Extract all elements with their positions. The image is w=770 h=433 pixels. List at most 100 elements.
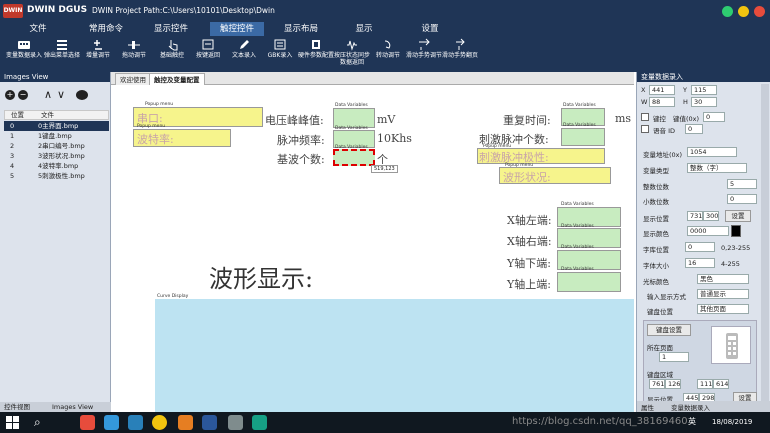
maximize-button[interactable] bbox=[738, 6, 749, 17]
tab-data-entry[interactable]: 变量数据录入 bbox=[671, 402, 710, 412]
tool-rotate-adjust[interactable]: 转动调节 bbox=[368, 37, 408, 71]
slider-icon bbox=[128, 41, 140, 49]
kb-y2-input[interactable]: 614 bbox=[713, 379, 729, 389]
keycode-input[interactable]: 0 bbox=[703, 112, 725, 122]
disp-x-input[interactable]: 731 bbox=[687, 211, 703, 221]
keyboard-pos-select[interactable]: 其他页面 bbox=[697, 304, 749, 314]
image-pos: 4 bbox=[10, 162, 15, 170]
image-row[interactable]: 5 5刺激极性.bmp bbox=[4, 171, 109, 181]
image-file: 2串口编号.bmp bbox=[38, 142, 85, 150]
field-stim-count[interactable] bbox=[561, 128, 605, 146]
tool-popup-menu[interactable]: 弹出菜单选择 bbox=[42, 37, 82, 71]
tool-key-return[interactable]: 按键返回 bbox=[188, 37, 228, 71]
menu-common-commands[interactable]: 常用命令 bbox=[80, 22, 132, 36]
dec-digits-input[interactable]: 0 bbox=[727, 194, 757, 204]
disp-pos-set-button[interactable]: 设置 bbox=[725, 210, 751, 222]
chrome-icon[interactable] bbox=[152, 415, 167, 430]
cursor-color-select[interactable]: 黑色 bbox=[697, 274, 749, 284]
search-icon[interactable]: ⌕ bbox=[34, 415, 41, 430]
close-button[interactable] bbox=[754, 6, 765, 17]
tool-data-entry[interactable]: 变量数据录入 bbox=[4, 37, 44, 71]
tool-gbk-entry[interactable]: GBK录入 bbox=[260, 37, 300, 71]
images-view-title: Images View bbox=[0, 72, 110, 82]
label-y-upper: Y轴上端: bbox=[507, 278, 551, 291]
tab-attributes[interactable]: 属性 bbox=[641, 402, 654, 412]
x-input[interactable]: 441 bbox=[649, 85, 675, 95]
image-row[interactable]: 1 1键盘.bmp bbox=[4, 131, 109, 141]
tool-text-entry[interactable]: 文本录入 bbox=[224, 37, 264, 71]
wave-icon bbox=[347, 40, 357, 51]
tool-basic-touch[interactable]: 基础触控 bbox=[152, 37, 192, 71]
folder-icon[interactable] bbox=[178, 415, 193, 430]
y-input[interactable]: 115 bbox=[691, 85, 717, 95]
app-icon-k[interactable] bbox=[128, 415, 143, 430]
x-label: X bbox=[641, 86, 646, 94]
field-fundamental-count-selected[interactable] bbox=[333, 149, 375, 166]
image-row[interactable]: 4 4波特率.bmp bbox=[4, 161, 109, 171]
remove-icon[interactable]: − bbox=[18, 90, 28, 100]
disp-y-input[interactable]: 300 bbox=[703, 211, 719, 221]
voice-checkbox[interactable] bbox=[641, 125, 649, 133]
preview-eye-icon[interactable] bbox=[76, 90, 88, 100]
disp-color-input[interactable]: 0000 bbox=[687, 226, 729, 236]
app-icon-blue[interactable] bbox=[104, 415, 119, 430]
kb-x2-input[interactable]: 1116 bbox=[697, 379, 713, 389]
tool-label: 转动调节 bbox=[375, 52, 400, 59]
image-pos: 0 bbox=[10, 122, 15, 130]
tool-hardware-config[interactable]: 硬件参数配置 bbox=[296, 37, 336, 71]
keycode-checkbox[interactable] bbox=[641, 113, 649, 121]
move-up-icon[interactable]: ∧ bbox=[44, 88, 52, 101]
menu-display[interactable]: 显示 bbox=[344, 22, 384, 36]
tool-drag-adjust[interactable]: 拖动调节 bbox=[114, 37, 154, 71]
move-down-icon[interactable]: ∨ bbox=[57, 88, 65, 101]
tool-swipe-page[interactable]: 滑动手势翻页 bbox=[440, 37, 480, 71]
menu-display-controls[interactable]: 显示控件 bbox=[146, 22, 196, 36]
dwin-taskbar-icon[interactable] bbox=[252, 415, 267, 430]
tab-touch-config[interactable]: 触控及变量配置 bbox=[149, 73, 205, 85]
font-pos-input[interactable]: 0 bbox=[685, 242, 715, 252]
int-digits-input[interactable]: 5 bbox=[727, 179, 757, 189]
image-row[interactable]: 3 3波形状况.bmp bbox=[4, 151, 109, 161]
kb-x-input[interactable]: 761 bbox=[649, 379, 665, 389]
tab-images-view[interactable]: Images View bbox=[52, 402, 93, 412]
minimize-button[interactable] bbox=[722, 6, 733, 17]
font-size-input[interactable]: 16 bbox=[685, 258, 715, 268]
menu-display-layout[interactable]: 显示布局 bbox=[276, 22, 326, 36]
tab-control-view[interactable]: 控件视图 bbox=[4, 402, 30, 412]
add-icon[interactable]: + bbox=[5, 90, 15, 100]
properties-scrollbar[interactable] bbox=[761, 84, 769, 409]
tool-label: 按压状态同步数据返回 bbox=[333, 52, 370, 66]
keyboard-setup-button[interactable]: 键盘设置 bbox=[647, 324, 691, 336]
curve-display[interactable] bbox=[155, 299, 634, 412]
w-input[interactable]: 88 bbox=[649, 97, 675, 107]
design-canvas[interactable]: Popup menu 串口: Popup menu 波特率: 电压峰峰值: 脉冲… bbox=[111, 85, 634, 412]
menu-settings[interactable]: 设置 bbox=[410, 22, 450, 36]
disp-color-swatch[interactable] bbox=[731, 225, 741, 237]
app-icon-gray[interactable] bbox=[228, 415, 243, 430]
tool-increment-adjust[interactable]: 增量调节 bbox=[78, 37, 118, 71]
ime-language[interactable]: 英 bbox=[688, 416, 696, 427]
voice-input[interactable]: 0 bbox=[685, 124, 703, 134]
unit-10khs: 10Khs bbox=[377, 132, 412, 145]
word-icon[interactable] bbox=[202, 415, 217, 430]
h-input[interactable]: 30 bbox=[691, 97, 717, 107]
var-addr-input[interactable]: 1054 bbox=[687, 147, 737, 157]
image-row[interactable]: 2 2串口编号.bmp bbox=[4, 141, 109, 151]
tool-swipe-adjust[interactable]: 滑动手势调节 bbox=[404, 37, 444, 71]
tool-label: 文本录入 bbox=[231, 52, 256, 59]
app-icon-red[interactable] bbox=[80, 415, 95, 430]
menu-touch-controls[interactable]: 触控控件 bbox=[210, 22, 264, 36]
field-peak-voltage[interactable] bbox=[333, 108, 375, 128]
input-mode-select[interactable]: 普通显示 bbox=[697, 289, 749, 299]
var-type-select[interactable]: 整数（字） bbox=[687, 163, 747, 173]
menu-file[interactable]: 文件 bbox=[16, 22, 60, 36]
image-row[interactable]: 0 0主界面.bmp bbox=[4, 121, 109, 131]
windows-start-icon[interactable] bbox=[6, 416, 19, 429]
tool-press-sync[interactable]: 按压状态同步数据返回 bbox=[332, 37, 372, 71]
tab-welcome[interactable]: 欢迎使用 bbox=[115, 73, 151, 85]
field-y-upper[interactable] bbox=[557, 272, 621, 292]
disp-pos-label: 显示位置 bbox=[643, 215, 669, 223]
kb-y-input[interactable]: 126 bbox=[665, 379, 681, 389]
page-input[interactable]: 1 bbox=[659, 352, 689, 362]
font-pos-range: 0,23-255 bbox=[721, 244, 751, 252]
